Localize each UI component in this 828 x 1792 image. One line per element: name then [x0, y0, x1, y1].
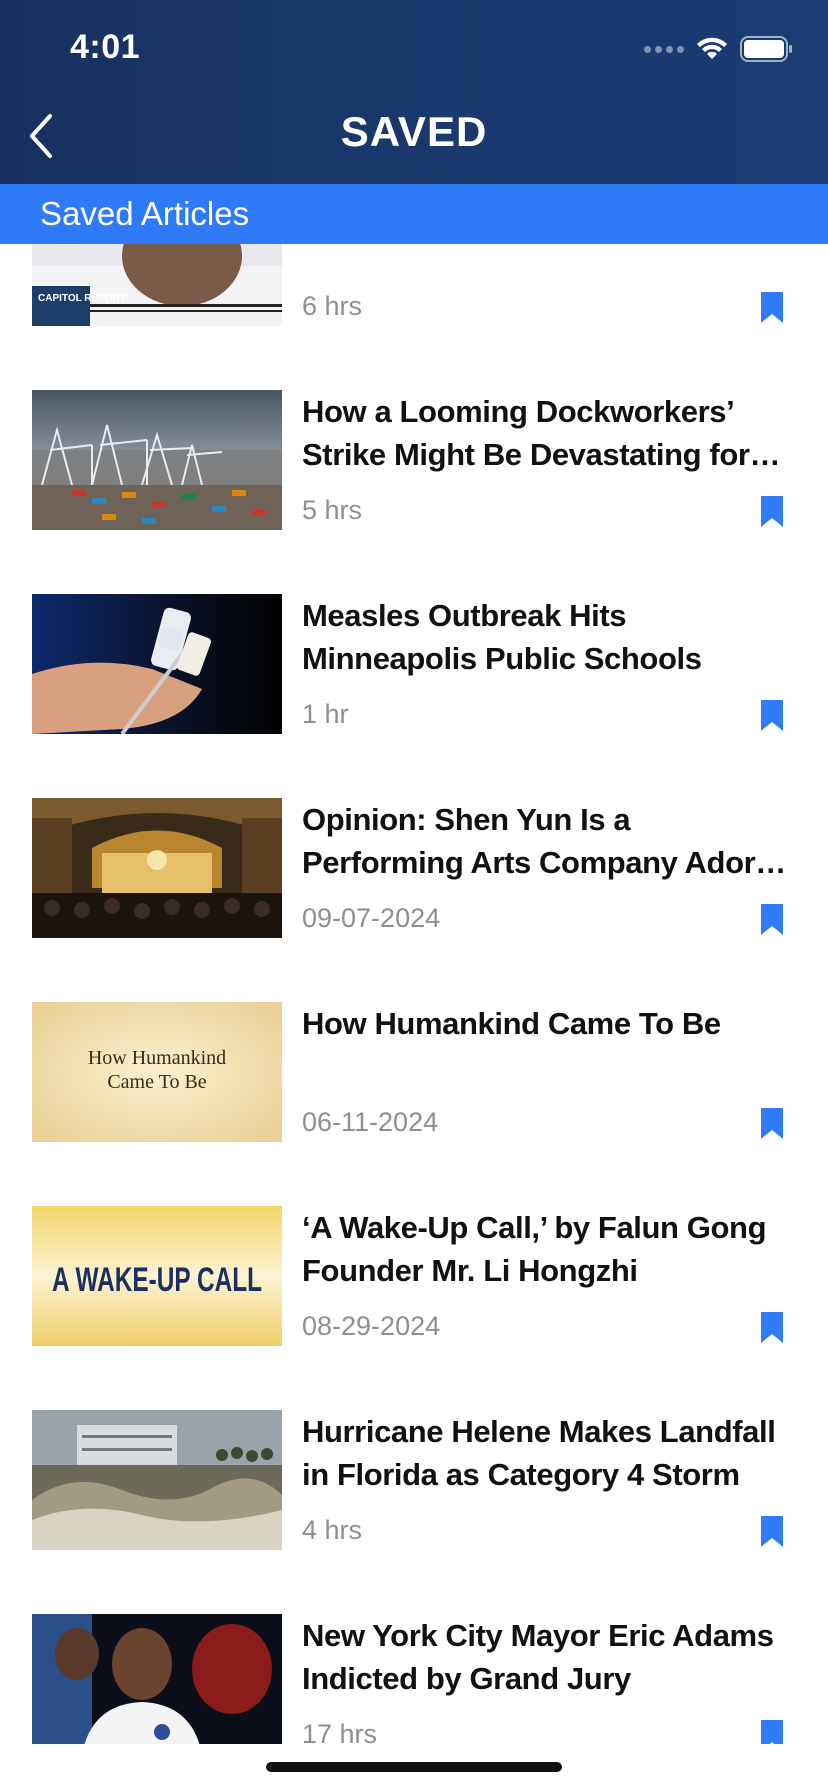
- bookmark-icon[interactable]: [758, 1108, 786, 1140]
- article-thumbnail: A WAKE-UP CALL: [32, 1206, 282, 1346]
- saved-articles-list[interactable]: CAPITOL REPORT 6 hrs How a Looming Dockw…: [0, 244, 828, 1744]
- article-time: 17 hrs: [302, 1719, 378, 1744]
- bookmark-icon[interactable]: [758, 496, 786, 528]
- bookmark-icon[interactable]: [758, 1312, 786, 1344]
- svg-text:How Humankind: How Humankind: [88, 1047, 226, 1069]
- article-time: 09-07-2024: [302, 903, 441, 933]
- article-thumbnail: How Humankind Came To Be: [32, 1002, 282, 1142]
- article-thumbnail: [32, 390, 282, 530]
- article-title: Hurricane Helene Makes Landfall in Flori…: [302, 1414, 776, 1492]
- article-title: New York City Mayor Eric Adams Indicted …: [302, 1618, 774, 1696]
- article-item[interactable]: How Humankind Came To Be How Humankind C…: [0, 1002, 828, 1206]
- status-time: 4:01: [70, 28, 141, 66]
- page-title: SAVED: [340, 108, 488, 155]
- status-icons: [644, 34, 794, 64]
- article-time: 08-29-2024: [302, 1311, 441, 1341]
- article-time: 06-11-2024: [302, 1107, 439, 1137]
- article-thumbnail: [32, 1614, 282, 1744]
- bookmark-icon[interactable]: [758, 1720, 786, 1744]
- svg-text:A WAKE-UP CALL: A WAKE-UP CALL: [52, 1261, 262, 1299]
- article-thumbnail: [32, 798, 282, 938]
- article-time: 6 hrs: [302, 291, 363, 321]
- article-thumbnail: [32, 1410, 282, 1550]
- home-indicator[interactable]: [266, 1762, 562, 1772]
- section-header: Saved Articles: [0, 184, 828, 244]
- article-title: Opinion: Shen Yun Is a Performing Arts C…: [302, 802, 791, 880]
- article-thumbnail: [32, 594, 282, 734]
- article-item[interactable]: How a Looming Dockworkers’ Strike Might …: [0, 390, 828, 594]
- article-time: 1 hr: [302, 699, 349, 729]
- article-item[interactable]: A WAKE-UP CALL ‘A Wake-Up Call,’ by Falu…: [0, 1206, 828, 1410]
- battery-icon: [740, 36, 794, 62]
- bookmark-icon[interactable]: [758, 700, 786, 732]
- article-time: 4 hrs: [302, 1515, 363, 1545]
- article-item[interactable]: New York City Mayor Eric Adams Indicted …: [0, 1614, 828, 1744]
- article-title: Measles Outbreak Hits Minneapolis Public…: [302, 598, 702, 676]
- bookmark-icon[interactable]: [758, 1516, 786, 1548]
- bookmark-icon[interactable]: [758, 904, 786, 936]
- wifi-icon: [696, 37, 728, 61]
- article-item[interactable]: Measles Outbreak Hits Minneapolis Public…: [0, 594, 828, 798]
- article-item[interactable]: Opinion: Shen Yun Is a Performing Arts C…: [0, 798, 828, 1002]
- article-title: How a Looming Dockworkers’ Strike Might …: [302, 394, 750, 472]
- article-item[interactable]: CAPITOL REPORT 6 hrs: [0, 244, 828, 390]
- article-title: ‘A Wake-Up Call,’ by Falun Gong Founder …: [302, 1210, 767, 1288]
- article-thumbnail: CAPITOL REPORT: [32, 244, 282, 326]
- bookmark-icon[interactable]: [758, 292, 786, 324]
- svg-text:CAPITOL REPORT: CAPITOL REPORT: [38, 293, 126, 304]
- svg-text:Came To Be: Came To Be: [107, 1071, 206, 1093]
- signal-icon: [644, 45, 684, 53]
- article-item[interactable]: Hurricane Helene Makes Landfall in Flori…: [0, 1410, 828, 1614]
- article-time: 5 hrs: [302, 495, 363, 525]
- article-title: How Humankind Came To Be: [302, 1006, 721, 1041]
- nav-header: 4:01 SAVED: [0, 0, 828, 184]
